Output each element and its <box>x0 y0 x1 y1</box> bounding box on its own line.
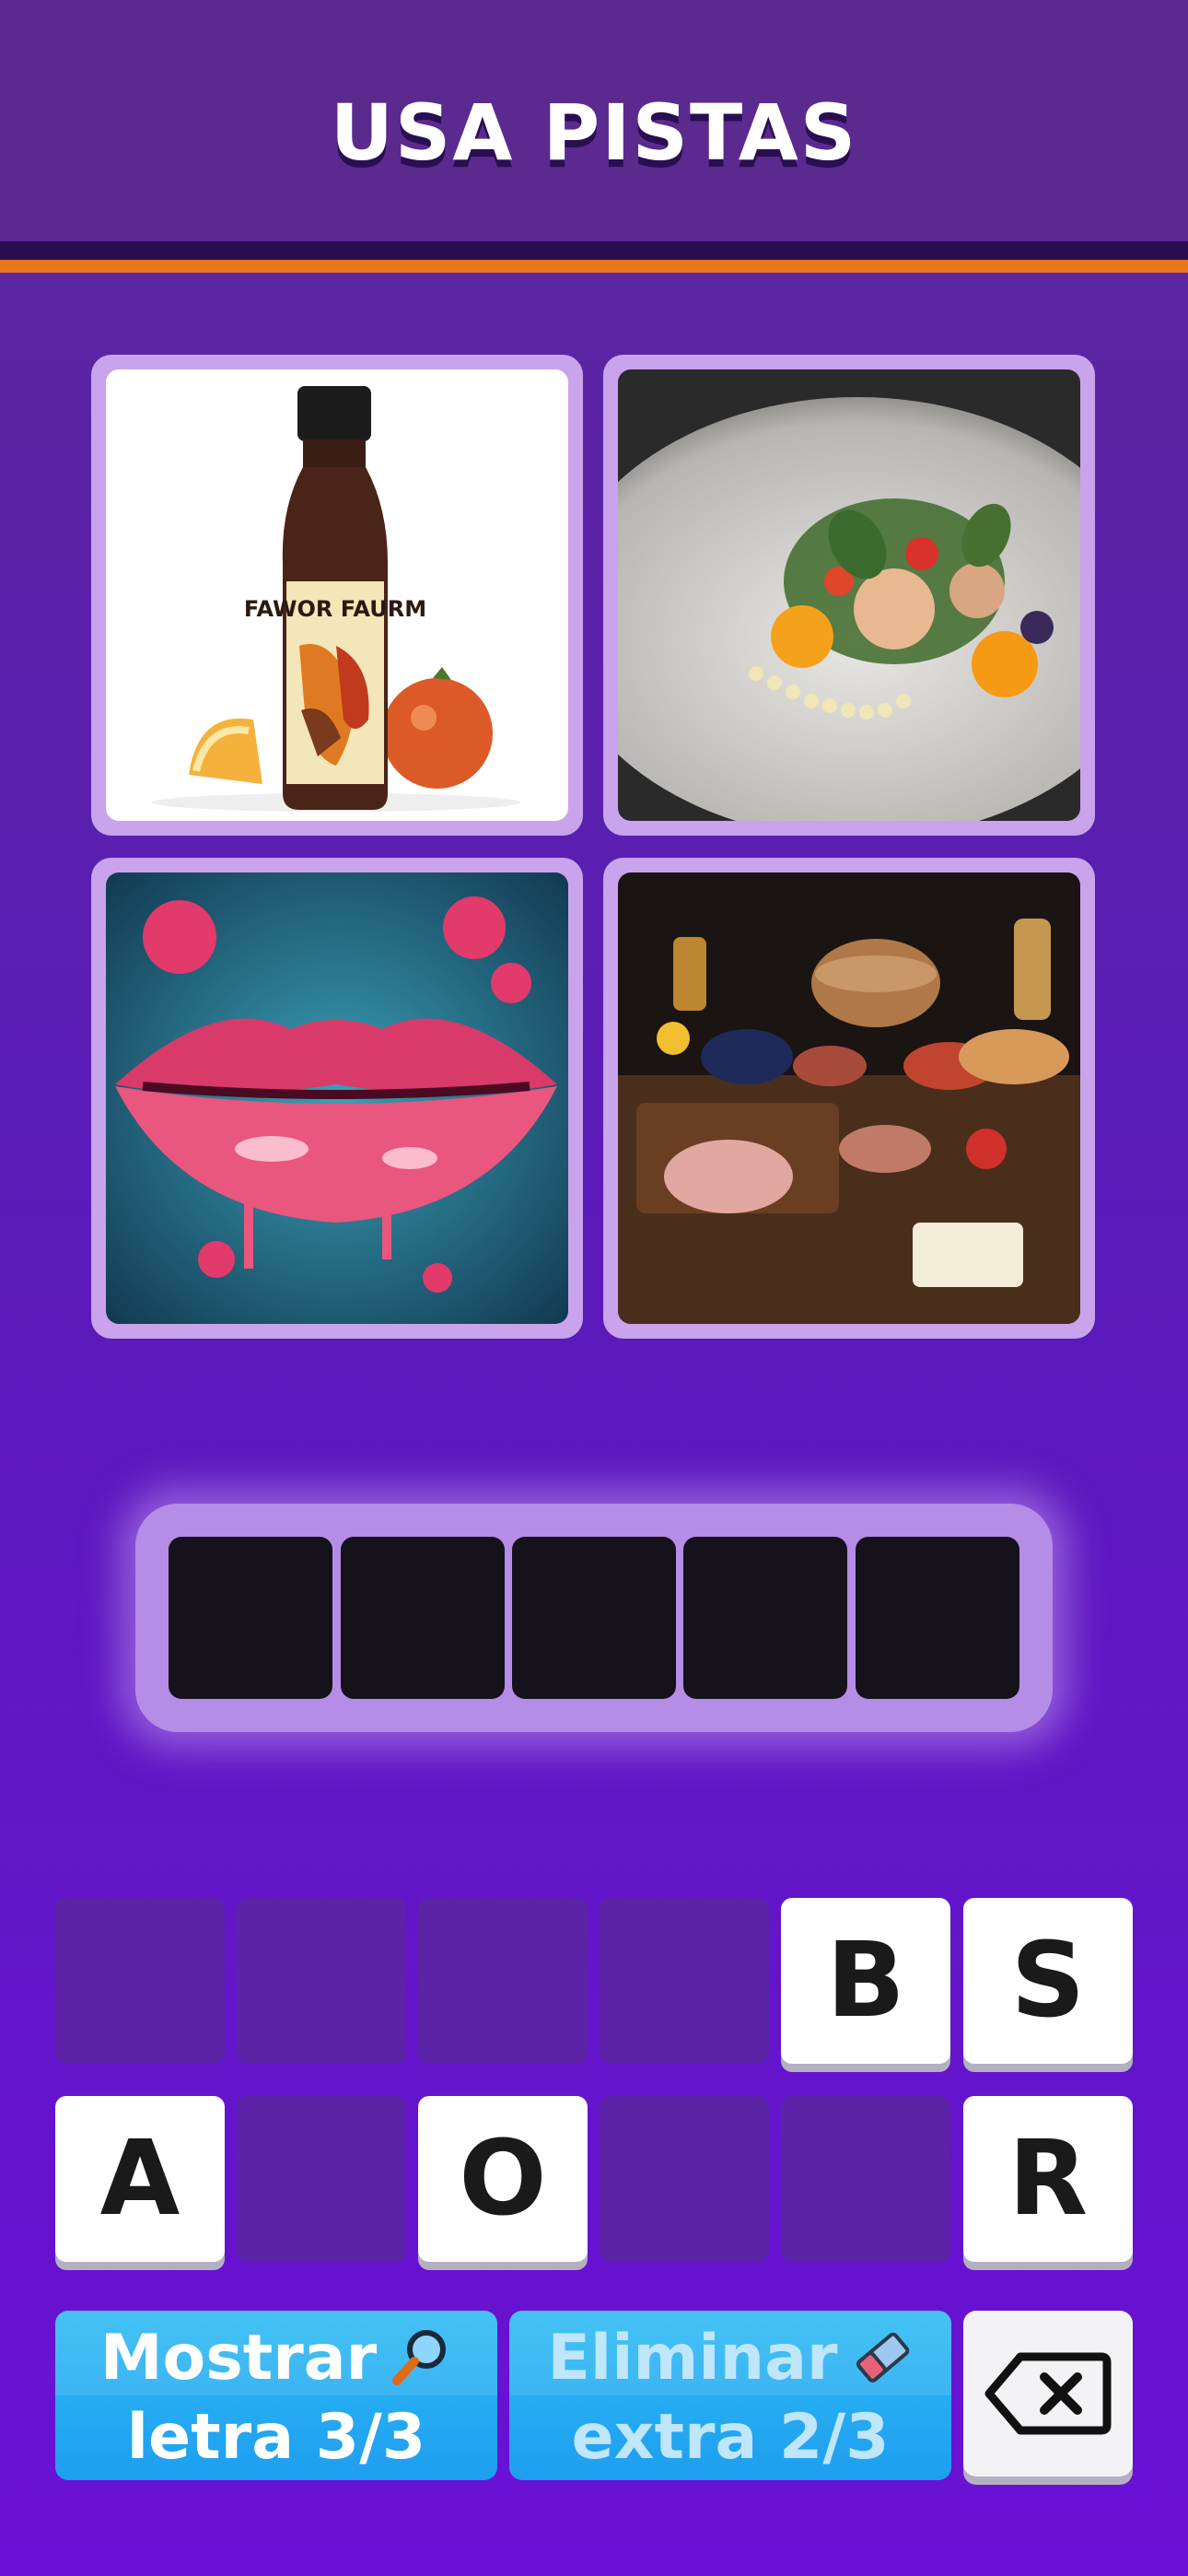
magnifier-icon <box>392 2330 447 2385</box>
picture-tile-3[interactable] <box>91 858 583 1339</box>
eraser-icon <box>856 2332 909 2383</box>
letter-key-empty <box>237 2096 406 2262</box>
page-title: USA PISTAS <box>330 88 858 178</box>
sauce-bottle-image: FAWOR FAURM <box>106 369 568 821</box>
answer-slot-5[interactable] <box>856 1537 1019 1699</box>
letter-key-b[interactable]: B <box>781 1898 950 2064</box>
letter-key-empty <box>600 2096 769 2262</box>
letter-key-empty <box>237 1898 406 2064</box>
food-spread-image <box>618 872 1080 1324</box>
letter-key-empty <box>418 1898 588 2064</box>
letter-key-empty <box>781 2096 950 2262</box>
header-accent-stripe <box>0 260 1188 273</box>
backspace-icon <box>984 2352 1112 2435</box>
remove-extra-count: extra 2/3 <box>571 2401 890 2474</box>
backspace-button[interactable] <box>963 2311 1133 2476</box>
sauce-bottle-illustration: FAWOR FAURM <box>106 369 568 821</box>
header-divider <box>0 241 1188 260</box>
lips-illustration <box>106 872 568 1324</box>
answer-slot-3[interactable] <box>512 1537 676 1699</box>
letter-key-o[interactable]: O <box>418 2096 588 2262</box>
gourmet-plate-illustration <box>618 369 1080 821</box>
letter-key-r[interactable]: R <box>963 2096 1133 2262</box>
picture-tile-4[interactable] <box>603 858 1095 1339</box>
letter-key-s[interactable]: S <box>963 1898 1133 2064</box>
remove-extra-label: Eliminar <box>547 2322 838 2395</box>
reveal-letter-label: Mostrar <box>99 2322 378 2395</box>
letter-key-a[interactable]: A <box>55 2096 225 2262</box>
gourmet-plate-image <box>618 369 1080 821</box>
header-bar: USA PISTAS <box>0 0 1188 247</box>
answer-slot-4[interactable] <box>683 1537 847 1699</box>
remove-extra-button[interactable]: Eliminar extra 2/3 <box>509 2311 951 2480</box>
reveal-letter-button[interactable]: Mostrar letra 3/3 <box>55 2311 497 2480</box>
picture-tile-1[interactable]: FAWOR FAURM <box>91 355 583 836</box>
letter-key-empty <box>55 1898 225 2064</box>
bottle-label-text: FAWOR FAURM <box>244 596 426 622</box>
lips-image <box>106 872 568 1324</box>
letter-key-empty <box>600 1898 769 2064</box>
answer-slot-1[interactable] <box>169 1537 332 1699</box>
reveal-letter-count: letra 3/3 <box>126 2401 426 2474</box>
answer-slot-2[interactable] <box>341 1537 505 1699</box>
picture-tile-2[interactable] <box>603 355 1095 836</box>
food-spread-illustration <box>618 872 1080 1324</box>
